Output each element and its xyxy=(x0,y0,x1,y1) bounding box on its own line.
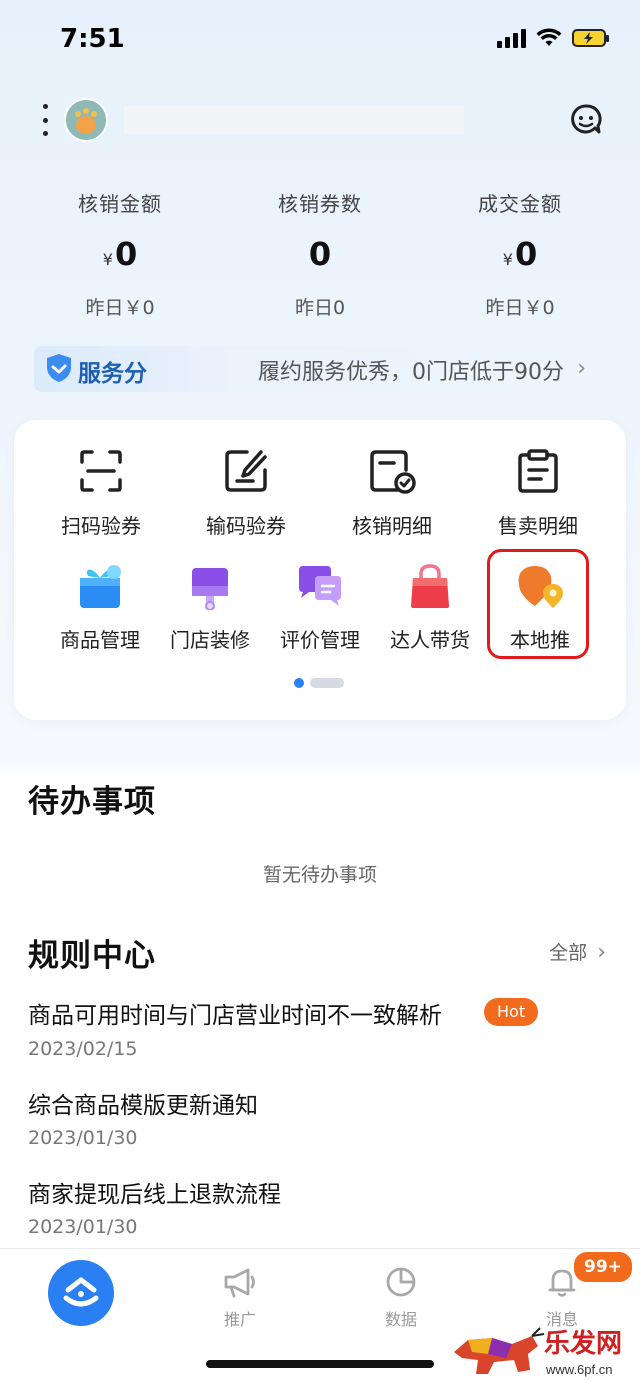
tool-review-management[interactable]: 评价管理 xyxy=(268,562,372,653)
stat-number: 0 xyxy=(308,235,332,273)
currency-symbol: ¥ xyxy=(502,250,513,269)
tool-verify-detail[interactable]: 核销明细 xyxy=(337,448,447,539)
page-dot xyxy=(310,678,344,688)
shield-icon xyxy=(47,354,71,382)
page-dot-active xyxy=(294,678,304,688)
tool-product-management[interactable]: 商品管理 xyxy=(48,562,152,653)
edit-code-icon xyxy=(225,450,267,492)
service-score-title: 服务分 xyxy=(78,361,147,387)
rule-item-date: 2023/02/15 xyxy=(28,1038,138,1060)
stat-yesterday: 昨日￥0 xyxy=(85,297,155,319)
chat-bubble-icon xyxy=(299,566,341,606)
tool-label: 评价管理 xyxy=(280,628,360,652)
tool-label: 核销明细 xyxy=(352,514,432,538)
battery-icon xyxy=(572,29,609,47)
shopping-bag-icon xyxy=(411,564,449,608)
stat-value: ¥0 xyxy=(20,235,220,273)
stat-verified-amount[interactable]: 核销金额 ¥0 昨日￥0 xyxy=(20,188,220,320)
shop-decorate-icon xyxy=(192,568,228,610)
rule-item-title[interactable]: 综合商品模版更新通知 xyxy=(28,1086,258,1120)
pie-chart-icon xyxy=(386,1267,416,1297)
tool-label: 扫码验券 xyxy=(61,514,141,538)
tab-promotion[interactable]: 推广 xyxy=(210,1266,270,1330)
avatar[interactable] xyxy=(64,98,108,142)
rule-item-date: 2023/01/30 xyxy=(28,1127,138,1149)
stat-value: 0 xyxy=(220,235,420,273)
tool-label: 门店装修 xyxy=(170,628,250,652)
verify-detail-icon xyxy=(370,450,416,494)
clipboard-icon xyxy=(518,449,558,493)
todo-empty-text: 暂无待办事项 xyxy=(262,864,377,886)
tab-label: 数据 xyxy=(384,1310,417,1329)
more-menu-icon[interactable] xyxy=(40,104,50,136)
message-count-badge: 99+ xyxy=(572,1250,634,1284)
tool-code-verify[interactable]: 输码验券 xyxy=(191,448,301,539)
page-indicator xyxy=(294,678,344,688)
tool-label: 输码验券 xyxy=(206,514,286,538)
customer-service-icon[interactable] xyxy=(568,102,604,138)
tool-sales-detail[interactable]: 售卖明细 xyxy=(483,448,593,539)
rules-all-link[interactable]: 全部 › xyxy=(549,938,606,965)
stat-label: 核销券数 xyxy=(278,192,362,216)
rule-item-title[interactable]: 商品可用时间与门店营业时间不一致解析 xyxy=(28,996,442,1030)
rule-item-date: 2023/01/30 xyxy=(28,1216,138,1238)
stat-label: 核销金额 xyxy=(78,192,162,216)
wifi-icon xyxy=(536,28,562,46)
store-name-placeholder xyxy=(124,106,464,134)
tab-home[interactable] xyxy=(48,1260,114,1326)
status-time: 7:51 xyxy=(60,24,125,54)
chevron-right-icon: › xyxy=(577,356,586,381)
rules-title: 规则中心 xyxy=(28,938,156,974)
tool-label: 售卖明细 xyxy=(498,514,578,538)
watermark-url: www.6pf.cn xyxy=(545,1362,612,1377)
stat-verified-count[interactable]: 核销券数 0 昨日0 xyxy=(220,188,420,320)
tool-influencer-sales[interactable]: 达人带货 xyxy=(378,562,482,653)
stat-deal-amount[interactable]: 成交金额 ¥0 昨日￥0 xyxy=(420,188,620,320)
tool-label: 达人带货 xyxy=(390,628,470,652)
tool-label: 商品管理 xyxy=(60,628,140,652)
scan-icon xyxy=(80,450,122,492)
home-indicator[interactable] xyxy=(206,1360,434,1368)
highlight-box xyxy=(487,549,589,659)
hot-badge: Hot xyxy=(484,998,539,1026)
service-score-text: 履约服务优秀，0门店低于90分 xyxy=(258,360,564,385)
stat-yesterday: 昨日0 xyxy=(294,297,346,319)
stat-value: ¥0 xyxy=(420,235,620,273)
tool-scan-verify[interactable]: 扫码验券 xyxy=(46,448,156,539)
gift-box-icon xyxy=(80,565,121,608)
rules-all-label: 全部 xyxy=(549,942,588,964)
stat-number: 0 xyxy=(514,235,538,273)
stat-yesterday: 昨日￥0 xyxy=(485,297,555,319)
bull-logo-icon: 乐发网 www.6pf.cn xyxy=(454,1327,622,1377)
watermark-logo: 乐发网 www.6pf.cn xyxy=(448,1318,638,1382)
stat-label: 成交金额 xyxy=(478,192,562,216)
chevron-right-icon: › xyxy=(597,940,606,965)
megaphone-icon xyxy=(224,1268,255,1298)
rule-item-title[interactable]: 商家提现后线上退款流程 xyxy=(28,1175,281,1209)
status-icons xyxy=(497,28,609,48)
stat-number: 0 xyxy=(114,235,138,273)
tab-label: 推广 xyxy=(223,1310,256,1329)
signal-icon xyxy=(497,28,526,48)
todo-title: 待办事项 xyxy=(28,784,156,820)
home-logo-icon xyxy=(63,1277,99,1307)
tool-store-decoration[interactable]: 门店装修 xyxy=(158,562,262,653)
watermark-brand: 乐发网 xyxy=(544,1328,622,1358)
tab-data[interactable]: 数据 xyxy=(371,1266,431,1330)
currency-symbol: ¥ xyxy=(102,250,113,269)
